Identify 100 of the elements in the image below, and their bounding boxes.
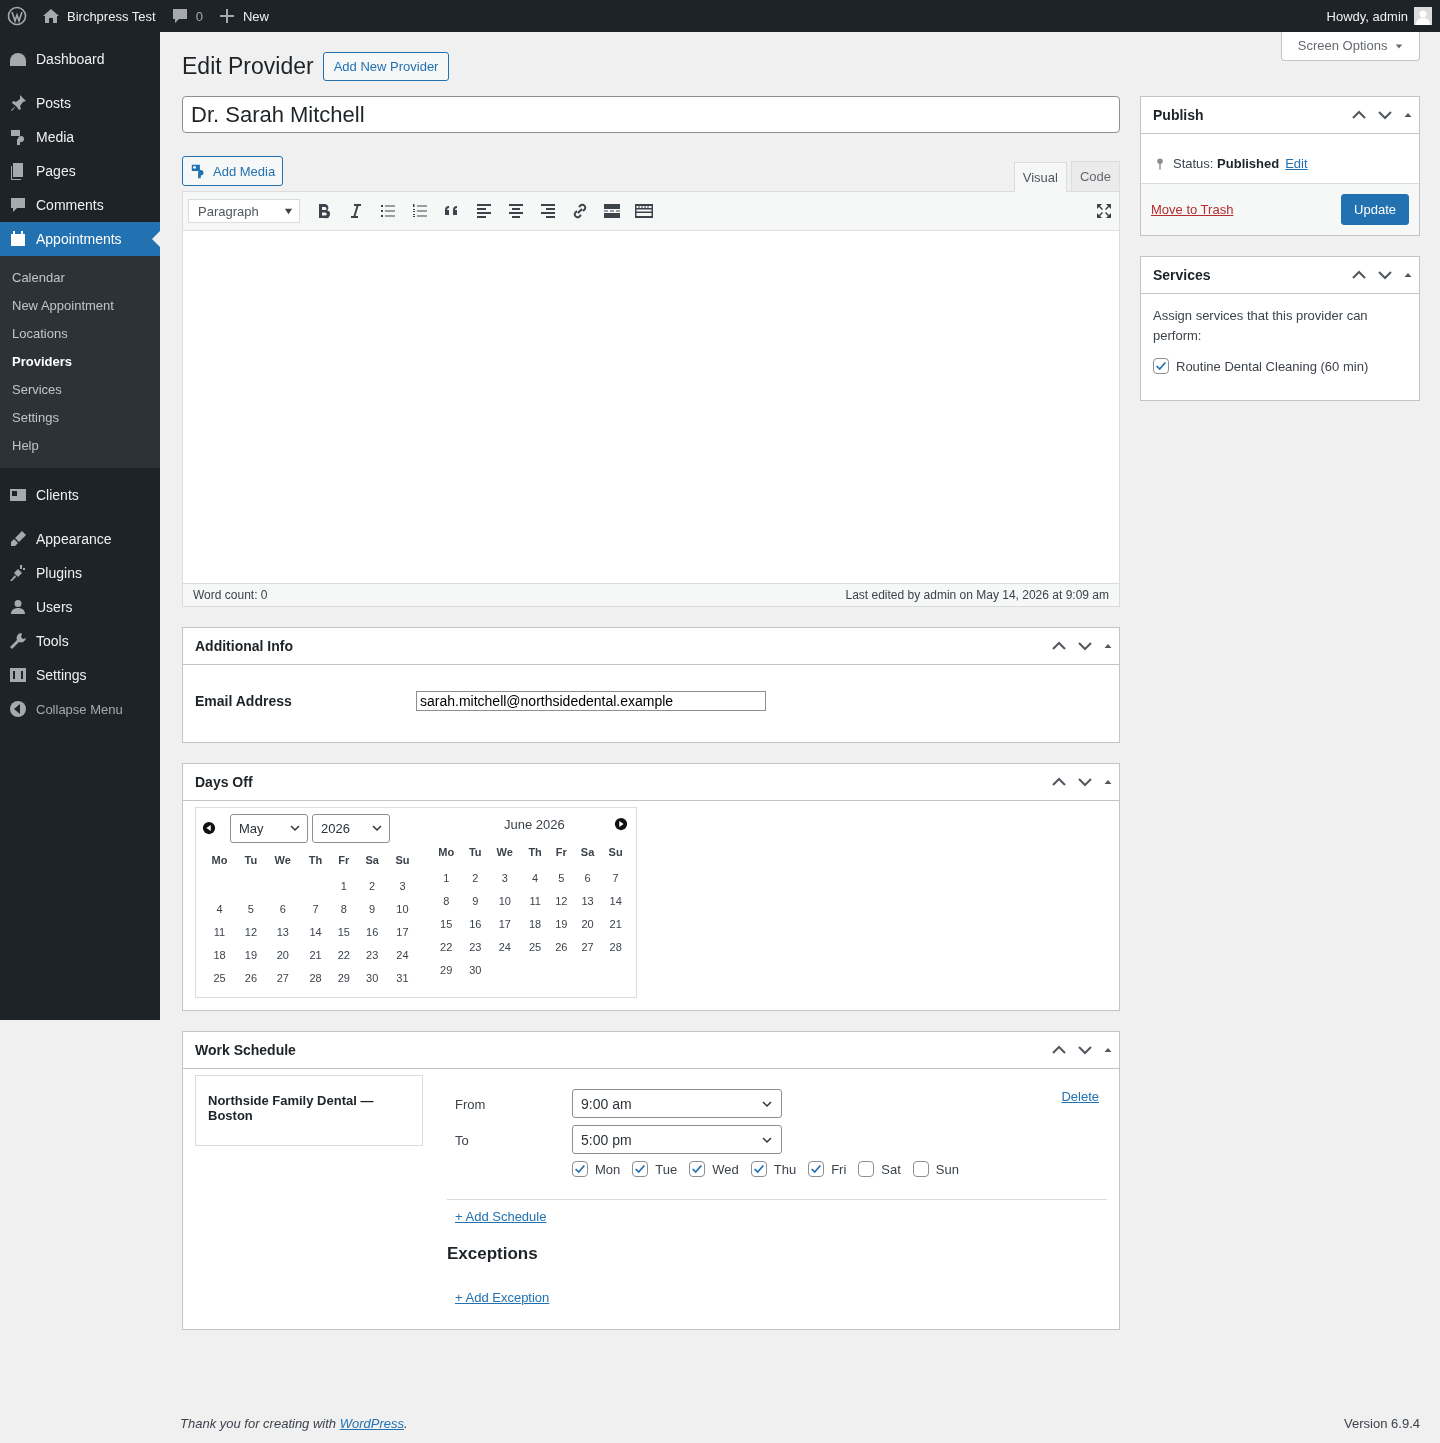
- calendar-day[interactable]: 5: [558, 871, 565, 884]
- calendar-day[interactable]: 2: [472, 871, 479, 884]
- submenu-item[interactable]: Services: [0, 376, 160, 404]
- add-media-button[interactable]: Add Media: [182, 156, 284, 186]
- wordpress-link[interactable]: WordPress: [339, 1416, 404, 1431]
- calendar-day[interactable]: 18: [529, 917, 542, 930]
- submenu-item[interactable]: New Appointment: [0, 292, 160, 320]
- calendar-day[interactable]: 15: [337, 925, 350, 938]
- collapse-menu-button[interactable]: Collapse Menu: [0, 692, 160, 726]
- calendar-day[interactable]: 23: [469, 940, 482, 953]
- calendar-day[interactable]: 16: [469, 917, 482, 930]
- calendar-day[interactable]: 22: [440, 940, 453, 953]
- menu-item[interactable]: Dashboard: [0, 42, 160, 76]
- calendar-day[interactable]: 1: [340, 879, 347, 892]
- submenu-item[interactable]: Providers: [0, 348, 160, 376]
- submenu-item[interactable]: Calendar: [0, 264, 160, 292]
- from-time-dropdown[interactable]: 9:00 am: [572, 1089, 782, 1118]
- align-right-icon[interactable]: [538, 201, 558, 221]
- keyboard-icon[interactable]: [634, 201, 654, 221]
- checkbox[interactable]: [808, 1161, 825, 1177]
- to-time-dropdown[interactable]: 5:00 pm: [572, 1125, 782, 1154]
- calendar-day[interactable]: 14: [309, 925, 322, 938]
- calendar-day[interactable]: 12: [555, 894, 568, 907]
- location-card[interactable]: Northside Family Dental — Boston: [195, 1075, 423, 1146]
- email-field[interactable]: sarah.mitchell@northsidedental.example: [416, 691, 766, 711]
- submenu-item[interactable]: Locations: [0, 320, 160, 348]
- calendar-day[interactable]: 29: [337, 971, 350, 984]
- checkbox[interactable]: [572, 1161, 588, 1177]
- calendar-day[interactable]: 27: [581, 940, 594, 953]
- add-schedule-link[interactable]: + Add Schedule: [455, 1209, 547, 1224]
- calendar-day[interactable]: 28: [609, 940, 622, 953]
- editor-tab[interactable]: Code: [1070, 161, 1120, 191]
- calendar-day[interactable]: 8: [443, 894, 450, 907]
- calendar-day[interactable]: 4: [532, 871, 539, 884]
- add-new-provider-button[interactable]: Add New Provider: [322, 51, 450, 81]
- calendar-day[interactable]: 7: [312, 902, 319, 915]
- calendar-day[interactable]: 31: [396, 971, 409, 984]
- year-dropdown[interactable]: 2026: [312, 813, 390, 843]
- calendar-day[interactable]: 28: [309, 971, 322, 984]
- calendar-day[interactable]: 22: [337, 948, 350, 961]
- calendar-day[interactable]: 20: [276, 948, 289, 961]
- checkbox[interactable]: [1153, 358, 1169, 374]
- submenu-item[interactable]: Help: [0, 432, 160, 460]
- calendar-day[interactable]: 6: [279, 902, 286, 915]
- calendar-day[interactable]: 9: [472, 894, 479, 907]
- calendar-day[interactable]: 4: [216, 902, 223, 915]
- calendar-day[interactable]: 16: [366, 925, 379, 938]
- calendar-day[interactable]: 5: [247, 902, 254, 915]
- calendar-day[interactable]: 26: [555, 940, 568, 953]
- menu-item[interactable]: Media: [0, 120, 160, 154]
- calendar-day[interactable]: 13: [581, 894, 594, 907]
- checkbox[interactable]: [632, 1161, 649, 1177]
- menu-item[interactable]: Posts: [0, 86, 160, 120]
- calendar-day[interactable]: 27: [276, 971, 289, 984]
- greeting-link[interactable]: Howdy, admin: [1326, 8, 1408, 24]
- calendar-day[interactable]: 14: [609, 894, 622, 907]
- calendar-day[interactable]: 25: [213, 971, 226, 984]
- calendar-day[interactable]: 18: [213, 948, 226, 961]
- update-button[interactable]: Update: [1341, 194, 1409, 225]
- calendar-day[interactable]: 29: [440, 963, 453, 976]
- new-link[interactable]: New: [242, 8, 269, 24]
- screen-options-button[interactable]: Screen Options: [1280, 32, 1420, 61]
- delete-link[interactable]: Delete: [1061, 1089, 1099, 1177]
- calendar-day[interactable]: 19: [555, 917, 568, 930]
- format-dropdown[interactable]: Paragraph: [188, 199, 300, 223]
- calendar-day[interactable]: 24: [498, 940, 511, 953]
- add-exception-link[interactable]: + Add Exception: [455, 1290, 550, 1305]
- comment-count[interactable]: 0: [195, 8, 203, 24]
- menu-item[interactable]: Comments: [0, 188, 160, 222]
- calendar-day[interactable]: 19: [244, 948, 257, 961]
- menu-item[interactable]: Pages: [0, 154, 160, 188]
- menu-item[interactable]: Users: [0, 590, 160, 624]
- calendar-day[interactable]: 30: [366, 971, 379, 984]
- calendar-day[interactable]: 20: [581, 917, 594, 930]
- editor-tab[interactable]: Visual: [1013, 162, 1067, 192]
- fullscreen-icon[interactable]: [1094, 201, 1114, 221]
- calendar-day[interactable]: 2: [369, 879, 376, 892]
- calendar-day[interactable]: 6: [584, 871, 591, 884]
- calendar-day[interactable]: 11: [213, 925, 226, 938]
- checkbox[interactable]: [858, 1161, 875, 1177]
- calendar-day[interactable]: 30: [469, 963, 482, 976]
- calendar-day[interactable]: 13: [276, 925, 289, 938]
- checkbox[interactable]: [912, 1161, 929, 1177]
- calendar-day[interactable]: 7: [612, 871, 619, 884]
- menu-item[interactable]: Settings: [0, 658, 160, 692]
- logo-icon[interactable]: [7, 6, 27, 26]
- next-month-icon[interactable]: [614, 817, 628, 831]
- calendar-day[interactable]: 3: [501, 871, 508, 884]
- checkbox[interactable]: [689, 1161, 706, 1177]
- calendar-day[interactable]: 12: [244, 925, 257, 938]
- edit-status-link[interactable]: Edit: [1285, 156, 1308, 171]
- calendar-day[interactable]: 11: [529, 894, 541, 907]
- calendar-day[interactable]: 17: [498, 917, 511, 930]
- title-field[interactable]: Dr. Sarah Mitchell: [182, 96, 1120, 133]
- calendar-day[interactable]: 3: [399, 879, 406, 892]
- calendar-day[interactable]: 9: [369, 902, 376, 915]
- calendar-day[interactable]: 8: [340, 902, 347, 915]
- checkbox[interactable]: [750, 1161, 767, 1177]
- previous-month-icon[interactable]: [202, 821, 216, 835]
- submenu-item[interactable]: Settings: [0, 404, 160, 432]
